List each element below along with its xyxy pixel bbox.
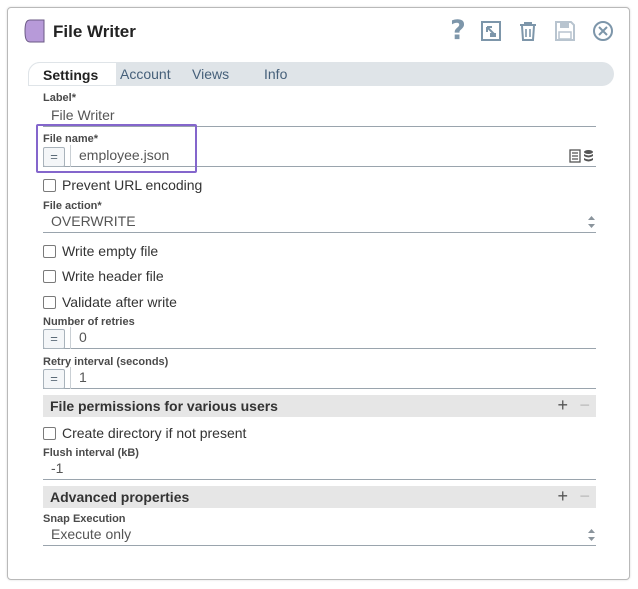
remove-advanced-button[interactable]: −: [579, 486, 590, 507]
tab-account[interactable]: Account: [120, 62, 171, 86]
permissions-section-title: File permissions for various users: [50, 398, 278, 414]
file-action-value: OVERWRITE: [51, 213, 136, 229]
advanced-section-title: Advanced properties: [50, 489, 190, 505]
expand-icon[interactable]: [478, 18, 504, 44]
snap-type-icon: [24, 19, 45, 43]
tab-views[interactable]: Views: [192, 62, 229, 86]
snap-execution-value: Execute only: [51, 526, 132, 542]
tab-settings[interactable]: Settings: [28, 62, 117, 86]
flush-interval-input[interactable]: -1: [43, 458, 596, 480]
prevent-url-encoding-row: Prevent URL encoding: [43, 176, 202, 194]
select-arrows-icon: [588, 216, 595, 228]
write-header-checkbox[interactable]: [43, 269, 56, 283]
dialog-header: File Writer ?: [8, 8, 629, 58]
retry-interval-input[interactable]: = 1: [43, 367, 596, 389]
write-empty-row: Write empty file: [43, 242, 158, 260]
validate-checkbox[interactable]: [43, 295, 56, 309]
filename-actions: [569, 149, 594, 163]
save-icon[interactable]: [552, 18, 578, 44]
retry-interval-value: 1: [79, 369, 87, 385]
label-field-label: Label*: [43, 92, 77, 104]
create-dir-checkbox[interactable]: [43, 426, 56, 440]
retries-input[interactable]: = 0: [43, 327, 596, 349]
remove-permission-button[interactable]: −: [579, 395, 590, 416]
dialog-title: File Writer: [53, 22, 136, 41]
snap-settings-dialog: File Writer ? Settings Account Views Inf…: [7, 7, 630, 580]
create-dir-label: Create directory if not present: [62, 425, 247, 441]
tab-info[interactable]: Info: [264, 62, 287, 86]
database-icon[interactable]: [583, 149, 594, 163]
write-empty-label: Write empty file: [62, 243, 159, 259]
validate-row: Validate after write: [43, 293, 177, 311]
prevent-url-encoding-label: Prevent URL encoding: [62, 177, 203, 193]
tab-bar: Settings Account Views Info: [28, 62, 614, 86]
label-input-value: File Writer: [51, 107, 115, 123]
filename-highlight-box: [36, 124, 197, 173]
advanced-section-header[interactable]: Advanced properties + −: [43, 486, 596, 508]
file-browse-icon[interactable]: [569, 149, 581, 163]
field-divider: [70, 367, 71, 389]
help-icon[interactable]: ?: [445, 17, 471, 44]
add-advanced-button[interactable]: +: [557, 486, 568, 507]
snap-execution-select[interactable]: Execute only: [43, 524, 596, 546]
permissions-section-header[interactable]: File permissions for various users + −: [43, 395, 596, 417]
select-arrows-icon: [588, 529, 595, 541]
close-icon[interactable]: [590, 18, 616, 44]
validate-label: Validate after write: [62, 294, 177, 310]
flush-interval-value: -1: [51, 460, 64, 476]
field-divider: [70, 327, 71, 349]
write-header-label: Write header file: [62, 268, 164, 284]
expression-toggle-button[interactable]: =: [43, 329, 65, 349]
retries-value: 0: [79, 329, 87, 345]
write-header-row: Write header file: [43, 267, 164, 285]
file-action-select[interactable]: OVERWRITE: [43, 211, 596, 233]
prevent-url-encoding-checkbox[interactable]: [43, 178, 56, 192]
add-permission-button[interactable]: +: [557, 395, 568, 416]
create-dir-row: Create directory if not present: [43, 424, 246, 442]
write-empty-checkbox[interactable]: [43, 244, 56, 258]
trash-icon[interactable]: [515, 18, 541, 44]
expression-toggle-button[interactable]: =: [43, 369, 65, 389]
